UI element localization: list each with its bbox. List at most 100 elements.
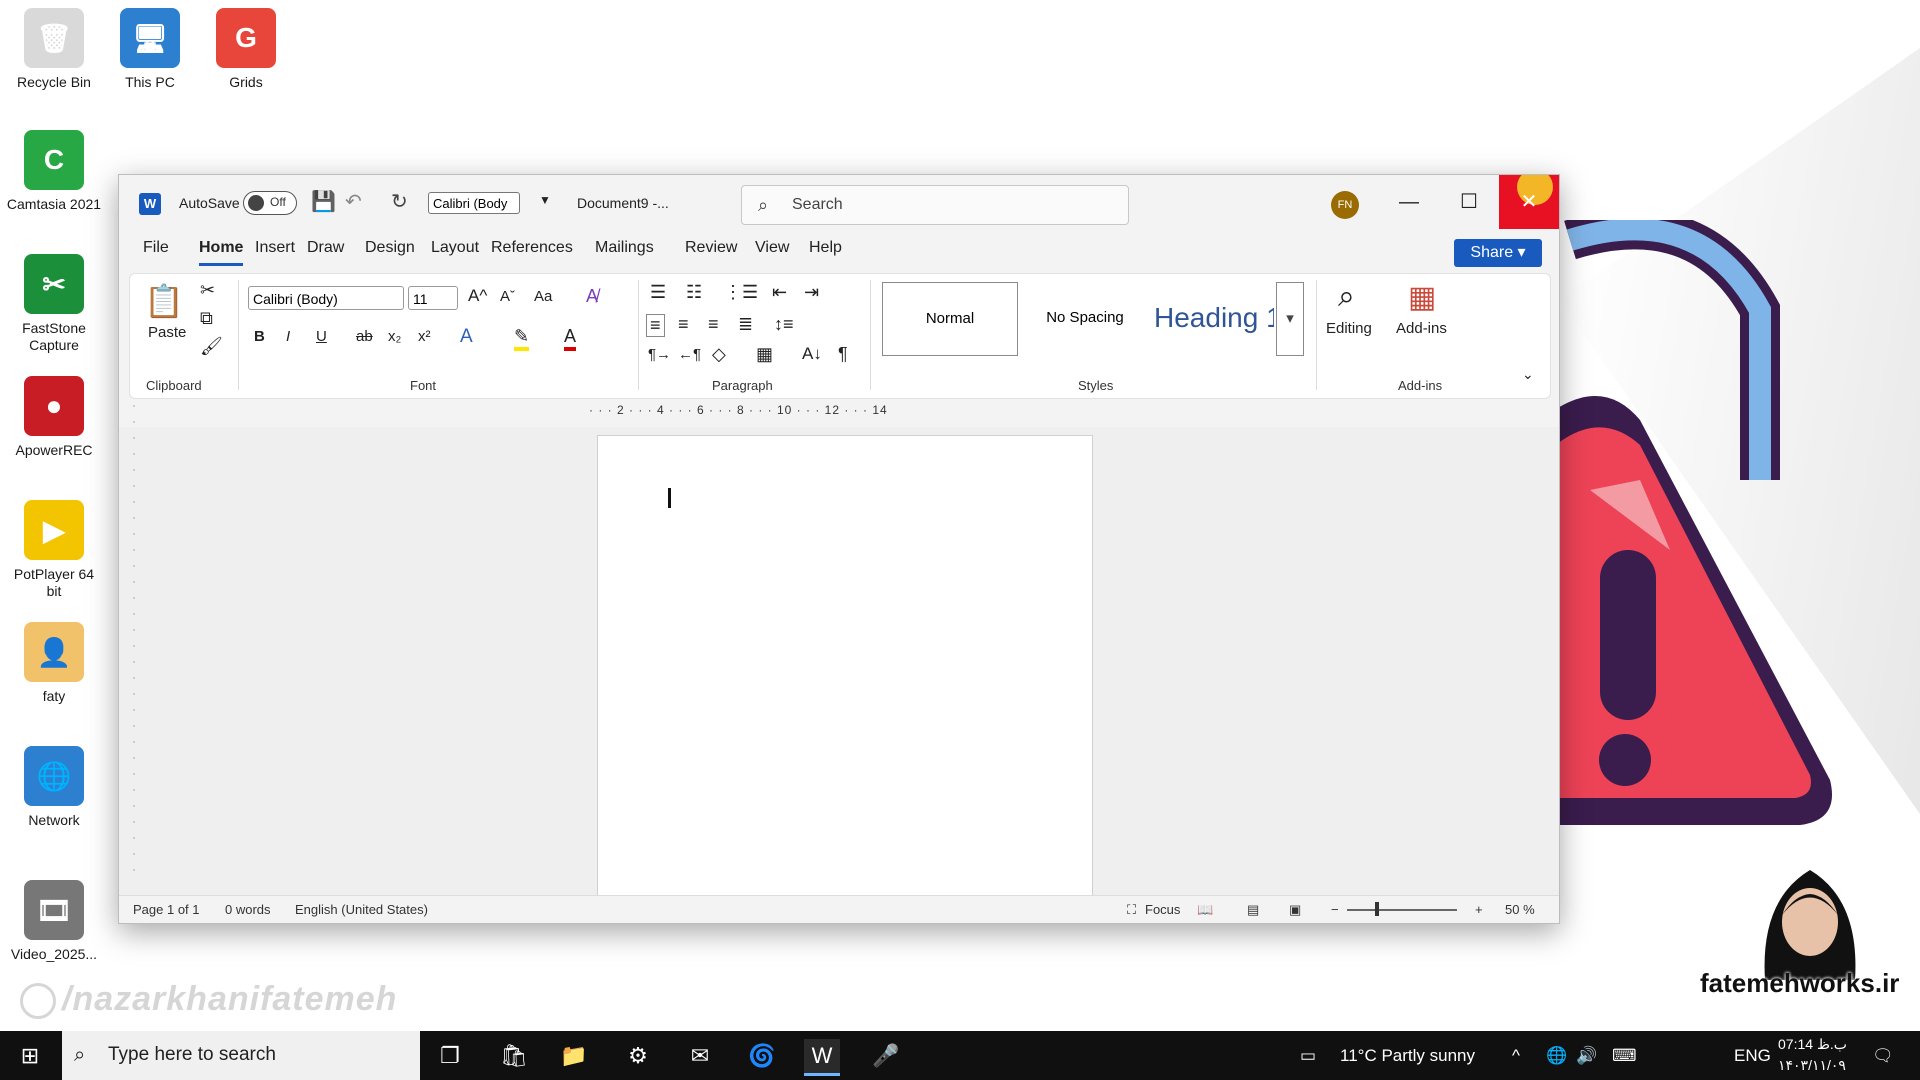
share-button[interactable]: Share ▾: [1454, 239, 1542, 267]
zoom-level[interactable]: 50 %: [1505, 902, 1535, 917]
collapse-ribbon-icon[interactable]: ⌄: [1522, 366, 1534, 383]
change-case-button[interactable]: Aa: [534, 288, 552, 305]
clear-formatting-icon[interactable]: A̸: [586, 286, 598, 307]
tab-draw[interactable]: Draw: [307, 239, 344, 257]
cut-icon[interactable]: ✂: [200, 280, 215, 301]
bold-icon[interactable]: B: [254, 328, 265, 345]
addins-button[interactable]: Add-ins: [1396, 320, 1447, 337]
profile-avatar[interactable]: FN: [1331, 191, 1359, 219]
customize-qat-icon[interactable]: ▼: [539, 193, 551, 207]
tab-help[interactable]: Help: [809, 239, 842, 257]
tab-view[interactable]: View: [755, 239, 789, 257]
font-size-select[interactable]: 11: [408, 286, 458, 310]
italic-icon[interactable]: I: [286, 328, 290, 345]
ltr-icon[interactable]: ¶→: [648, 346, 671, 363]
weather-text[interactable]: 11°C Partly sunny: [1340, 1046, 1475, 1066]
network-icon[interactable]: 🌐: [1546, 1046, 1567, 1066]
tab-references[interactable]: References: [491, 239, 573, 257]
strikethrough-icon[interactable]: ab: [356, 328, 373, 345]
tab-layout[interactable]: Layout: [431, 239, 479, 257]
desktop-icon[interactable]: 🖥 This PC: [102, 8, 198, 91]
focus-button[interactable]: Focus: [1145, 902, 1180, 917]
read-mode-icon[interactable]: 📖: [1197, 902, 1213, 918]
start-icon[interactable]: ⊞: [12, 1039, 48, 1073]
sort-icon[interactable]: A↓: [802, 344, 822, 364]
line-spacing-icon[interactable]: ↕≡: [774, 314, 794, 335]
bullets-icon[interactable]: ☰: [650, 282, 666, 303]
font-name-select[interactable]: Calibri (Body): [248, 286, 404, 310]
vpn-app-icon[interactable]: ⚙: [620, 1039, 656, 1073]
file-explorer-icon[interactable]: 📁: [556, 1039, 592, 1073]
close-button[interactable]: ✕: [1499, 175, 1559, 229]
task-view-icon[interactable]: ❐: [432, 1039, 468, 1073]
redo-icon[interactable]: ↻: [391, 189, 408, 214]
clock-date[interactable]: ۱۴۰۳/۱۱/۰۹: [1778, 1057, 1846, 1074]
zoom-slider[interactable]: [1347, 909, 1457, 911]
tab-file[interactable]: File: [143, 239, 169, 257]
font-color-icon[interactable]: A: [564, 326, 577, 351]
desktop-icon[interactable]: G Grids: [198, 8, 294, 91]
rtl-icon[interactable]: ←¶: [678, 346, 701, 363]
language-indicator[interactable]: English (United States): [295, 902, 428, 917]
editing-button[interactable]: Editing: [1326, 320, 1372, 337]
subscript-icon[interactable]: x₂: [388, 328, 401, 345]
text-effects-icon[interactable]: A: [460, 326, 473, 348]
save-icon[interactable]: 💾: [311, 189, 336, 214]
input-language[interactable]: ENG: [1734, 1046, 1771, 1066]
print-layout-icon[interactable]: ▤: [1247, 902, 1259, 918]
editing-search-icon[interactable]: ⌕: [1338, 280, 1355, 314]
decrease-indent-icon[interactable]: ⇤: [772, 282, 787, 303]
shrink-font-icon[interactable]: Aˇ: [500, 288, 515, 305]
numbering-icon[interactable]: ☷: [686, 282, 702, 303]
paste-icon[interactable]: 📋: [144, 282, 184, 320]
mail-icon[interactable]: ✉: [682, 1039, 718, 1073]
increase-indent-icon[interactable]: ⇥: [804, 282, 819, 303]
notifications-icon[interactable]: 🗨: [1872, 1046, 1894, 1066]
volume-icon[interactable]: 🔊: [1576, 1046, 1597, 1066]
desktop-icon[interactable]: 🌐 Network: [6, 746, 102, 829]
shading-icon[interactable]: ◇: [712, 344, 726, 365]
desktop-icon[interactable]: ● ApowerREC: [6, 376, 102, 459]
borders-icon[interactable]: ▦: [756, 344, 773, 365]
desktop-icon[interactable]: 🗑 Recycle Bin: [6, 8, 102, 91]
tab-insert[interactable]: Insert: [255, 239, 295, 257]
grow-font-icon[interactable]: A^: [468, 286, 487, 306]
align-left-icon[interactable]: ≡: [646, 314, 665, 337]
zoom-slider-thumb[interactable]: [1375, 902, 1379, 916]
undo-icon[interactable]: ↶: [345, 189, 362, 214]
style-no-spacing[interactable]: No Spacing: [1020, 282, 1150, 354]
autosave-toggle[interactable]: Off: [243, 191, 297, 215]
zoom-in-icon[interactable]: +: [1475, 902, 1483, 917]
addins-icon[interactable]: ▦: [1408, 280, 1436, 315]
maximize-button[interactable]: ☐: [1439, 175, 1499, 229]
recorder-icon[interactable]: 🎤: [868, 1039, 904, 1073]
desktop-icon[interactable]: 👤 faty: [6, 622, 102, 705]
word-taskbar-icon[interactable]: W: [804, 1039, 840, 1076]
desktop-icon[interactable]: C Camtasia 2021: [6, 130, 102, 213]
edge-icon[interactable]: 🌀: [744, 1039, 780, 1073]
show-marks-icon[interactable]: ¶: [838, 344, 848, 365]
tray-overflow-icon[interactable]: ^: [1512, 1046, 1520, 1066]
zoom-out-icon[interactable]: −: [1331, 902, 1339, 917]
underline-icon[interactable]: U: [316, 328, 327, 345]
format-painter-icon[interactable]: 🖌: [200, 336, 223, 357]
store-icon[interactable]: 🛍: [496, 1039, 532, 1073]
quick-font-select[interactable]: Calibri (Body: [428, 192, 520, 214]
tab-mailings[interactable]: Mailings: [595, 239, 654, 257]
clock-time[interactable]: 07:14 ب.ظ: [1778, 1036, 1847, 1053]
align-center-icon[interactable]: ≡: [678, 314, 689, 335]
keyboard-icon[interactable]: ⌨: [1612, 1046, 1637, 1066]
search-box[interactable]: ⌕ Search: [741, 185, 1129, 225]
tab-design[interactable]: Design: [365, 239, 415, 257]
document-page[interactable]: [597, 435, 1093, 907]
paste-button[interactable]: Paste: [148, 324, 186, 341]
align-right-icon[interactable]: ≡: [708, 314, 719, 335]
highlight-icon[interactable]: ✎: [514, 326, 530, 351]
multilevel-list-icon[interactable]: ⋮☰: [724, 282, 758, 303]
desktop-icon[interactable]: ✂ FastStone Capture: [6, 254, 102, 354]
superscript-icon[interactable]: x²: [418, 328, 431, 345]
justify-icon[interactable]: ≣: [738, 314, 753, 335]
tab-review[interactable]: Review: [685, 239, 737, 257]
copy-icon[interactable]: ⧉: [200, 308, 213, 329]
tab-home[interactable]: Home: [199, 239, 244, 266]
